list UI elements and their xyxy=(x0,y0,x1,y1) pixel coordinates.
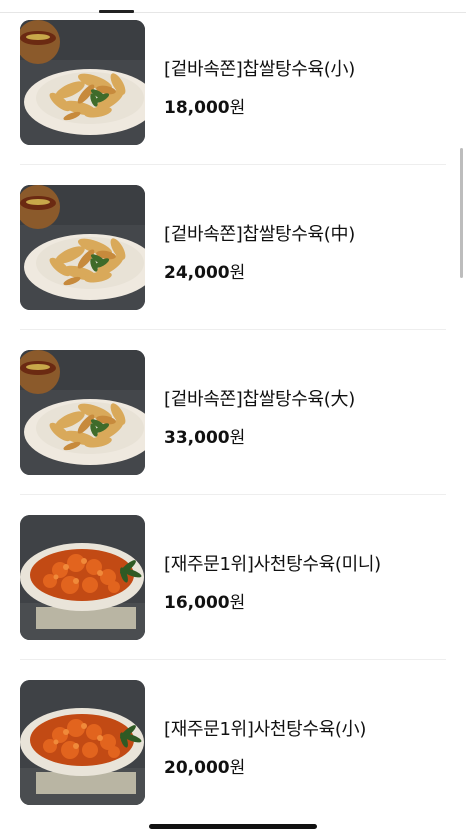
menu-item-price: 16,000원 xyxy=(164,588,381,613)
menu-item[interactable]: [재주문1위]사천탕수육(小) 20,000원 xyxy=(0,660,466,825)
menu-item[interactable]: [재주문1위]사천탕수육(미니) 16,000원 xyxy=(0,495,466,660)
menu-item[interactable]: [겉바속쫀]찹쌀탕수육(小) 18,000원 xyxy=(0,0,466,165)
menu-item-info: [재주문1위]사천탕수육(미니) 16,000원 xyxy=(164,550,381,613)
price-unit: 원 xyxy=(229,758,246,778)
menu-item-price: 33,000원 xyxy=(164,423,355,448)
menu-item[interactable]: [겉바속쫀]찹쌀탕수육(大) 33,000원 xyxy=(0,330,466,495)
menu-item-name: [재주문1위]사천탕수육(小) xyxy=(164,719,367,740)
price-amount: 33,000 xyxy=(164,428,230,448)
menu-item[interactable]: [겉바속쫀]찹쌀탕수육(中) 24,000원 xyxy=(0,165,466,330)
price-amount: 20,000 xyxy=(164,758,230,778)
menu-item-image[interactable] xyxy=(20,680,145,805)
menu-item-price: 18,000원 xyxy=(164,93,355,118)
menu-item-name: [겉바속쫀]찹쌀탕수육(大) xyxy=(164,389,355,410)
menu-item-info: [겉바속쫀]찹쌀탕수육(大) 33,000원 xyxy=(164,385,355,448)
menu-item-name: [겉바속쫀]찹쌀탕수육(中) xyxy=(164,224,355,245)
menu-item-price: 20,000원 xyxy=(164,753,366,778)
scrollbar[interactable] xyxy=(460,148,463,278)
menu-item-price: 24,000원 xyxy=(164,258,355,283)
menu-item-info: [겉바속쫀]찹쌀탕수육(中) 24,000원 xyxy=(164,220,355,283)
price-unit: 원 xyxy=(229,428,246,448)
price-amount: 16,000 xyxy=(164,593,230,613)
price-unit: 원 xyxy=(229,98,246,118)
price-unit: 원 xyxy=(229,593,246,613)
menu-item-info: [겉바속쫀]찹쌀탕수육(小) 18,000원 xyxy=(164,55,355,118)
menu-item-image[interactable] xyxy=(20,20,145,145)
price-amount: 18,000 xyxy=(164,98,230,118)
price-unit: 원 xyxy=(229,263,246,283)
menu-item-info: [재주문1위]사천탕수육(小) 20,000원 xyxy=(164,715,366,778)
home-indicator xyxy=(149,824,317,829)
menu-item-image[interactable] xyxy=(20,515,145,640)
menu-item-name: [겉바속쫀]찹쌀탕수육(小) xyxy=(164,59,355,80)
menu-item-name: [재주문1위]사천탕수육(미니) xyxy=(164,554,381,575)
price-amount: 24,000 xyxy=(164,263,230,283)
menu-item-image[interactable] xyxy=(20,185,145,310)
menu-item-image[interactable] xyxy=(20,350,145,475)
